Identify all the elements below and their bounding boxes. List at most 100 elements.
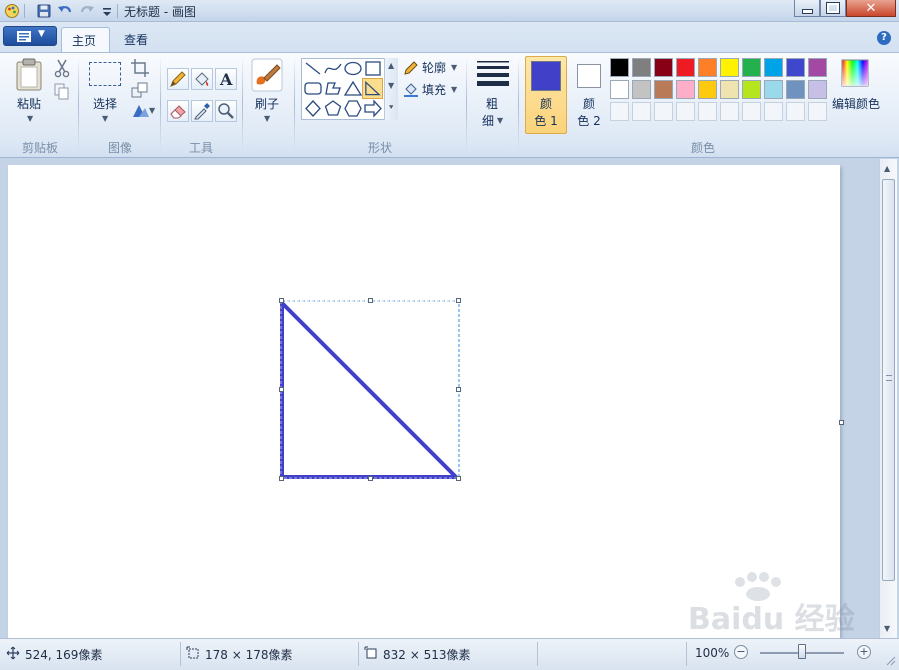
eraser-tool[interactable] (167, 100, 189, 122)
undo-icon[interactable] (57, 3, 73, 19)
zoom-out-button[interactable]: − (734, 645, 748, 659)
size-dropdown-icon[interactable]: ▼ (497, 116, 503, 125)
palette-custom-slot[interactable] (808, 102, 827, 121)
palette-custom-slot[interactable] (654, 102, 673, 121)
paste-icon[interactable] (14, 58, 44, 92)
fill-dropdown-icon[interactable]: ▼ (451, 85, 457, 94)
size-label-line1[interactable]: 粗 (478, 95, 506, 112)
paste-dropdown-icon[interactable]: ▼ (27, 114, 33, 123)
pentagon-shape-icon[interactable] (323, 99, 343, 118)
paint-app-icon[interactable] (4, 3, 20, 19)
tab-home[interactable]: 主页 (61, 27, 110, 52)
palette-custom-slot[interactable] (698, 102, 717, 121)
text-tool[interactable]: A (215, 68, 237, 90)
brush-icon[interactable] (251, 58, 283, 92)
minimize-button[interactable] (794, 0, 820, 17)
tab-view[interactable]: 查看 (114, 27, 162, 52)
pencil-tool[interactable] (167, 68, 189, 90)
palette-color-swatch[interactable] (610, 58, 629, 77)
brush-dropdown-icon[interactable]: ▼ (264, 114, 270, 123)
color2-swatch[interactable] (577, 64, 601, 88)
zoom-slider-thumb[interactable] (798, 644, 806, 659)
palette-color-swatch[interactable] (698, 80, 717, 99)
line-shape-icon[interactable] (303, 59, 323, 78)
rotate-dropdown-icon[interactable]: ▼ (149, 106, 155, 115)
selection-handle-se[interactable] (456, 476, 461, 481)
palette-color-swatch[interactable] (698, 58, 717, 77)
zoom-in-button[interactable]: + (857, 645, 871, 659)
gallery-scroll-down-icon[interactable]: ▼ (388, 81, 394, 90)
application-menu-button[interactable]: ▼ (3, 26, 57, 46)
help-icon[interactable]: ? (877, 31, 891, 45)
scroll-thumb[interactable] (882, 179, 895, 581)
selection-handle-nw[interactable] (279, 298, 284, 303)
edit-colors-label[interactable]: 编辑颜色 (830, 95, 882, 112)
palette-custom-slot[interactable] (610, 102, 629, 121)
redo-icon[interactable] (79, 3, 95, 19)
palette-custom-slot[interactable] (742, 102, 761, 121)
palette-custom-slot[interactable] (676, 102, 695, 121)
polygon-shape-icon[interactable] (323, 79, 343, 98)
palette-color-swatch[interactable] (808, 80, 827, 99)
fill-bucket-icon[interactable] (403, 81, 419, 97)
cut-icon[interactable] (52, 58, 72, 78)
palette-custom-slot[interactable] (764, 102, 783, 121)
close-button[interactable]: ✕ (846, 0, 896, 17)
color-picker-tool[interactable] (191, 100, 213, 122)
right-triangle-shape-selected[interactable] (362, 78, 383, 99)
palette-custom-slot[interactable] (786, 102, 805, 121)
customize-dropdown-icon[interactable] (99, 3, 115, 19)
palette-color-swatch[interactable] (808, 58, 827, 77)
maximize-button[interactable] (820, 0, 846, 17)
canvas-resize-handle[interactable] (839, 420, 844, 425)
palette-color-swatch[interactable] (720, 58, 739, 77)
scroll-down-icon[interactable]: ▼ (884, 624, 890, 633)
gallery-expand-icon[interactable]: ⯆ (388, 103, 394, 113)
scroll-up-icon[interactable]: ▲ (884, 164, 890, 173)
rectangle-shape-icon[interactable] (363, 59, 383, 78)
rotate-icon[interactable] (130, 101, 150, 121)
copy-icon[interactable] (52, 81, 72, 101)
selection-handle-e[interactable] (456, 387, 461, 392)
palette-color-swatch[interactable] (654, 58, 673, 77)
diamond-shape-icon[interactable] (303, 99, 323, 118)
palette-color-swatch[interactable] (720, 80, 739, 99)
color2-label-line1[interactable]: 颜 (569, 95, 609, 112)
selection-handle-s[interactable] (368, 476, 373, 481)
palette-color-swatch[interactable] (742, 58, 761, 77)
oval-shape-icon[interactable] (343, 59, 363, 78)
outline-pencil-icon[interactable] (403, 60, 419, 76)
select-button-label[interactable]: 选择 (86, 95, 124, 112)
palette-color-swatch[interactable] (786, 80, 805, 99)
crop-icon[interactable] (130, 58, 150, 78)
selection-handle-sw[interactable] (279, 476, 284, 481)
palette-color-swatch[interactable] (764, 80, 783, 99)
palette-custom-slot[interactable] (720, 102, 739, 121)
triangle-shape-icon[interactable] (343, 79, 363, 98)
fill-button-label[interactable]: 填充 (422, 81, 446, 98)
select-icon[interactable] (89, 62, 121, 86)
palette-color-swatch[interactable] (786, 58, 805, 77)
fill-tool[interactable] (191, 68, 213, 90)
paste-button-label[interactable]: 粘贴 (12, 95, 46, 112)
palette-color-swatch[interactable] (654, 80, 673, 99)
palette-color-swatch[interactable] (632, 80, 651, 99)
resize-grip-icon[interactable] (884, 654, 896, 666)
magnifier-tool[interactable] (215, 100, 237, 122)
palette-color-swatch[interactable] (610, 80, 629, 99)
palette-color-swatch[interactable] (632, 58, 651, 77)
resize-icon[interactable] (130, 80, 150, 100)
curve-shape-icon[interactable] (323, 59, 343, 78)
edit-colors-icon[interactable] (840, 58, 870, 88)
palette-color-swatch[interactable] (676, 80, 695, 99)
outline-dropdown-icon[interactable]: ▼ (451, 63, 457, 72)
palette-color-swatch[interactable] (742, 80, 761, 99)
palette-custom-slot[interactable] (632, 102, 651, 121)
select-dropdown-icon[interactable]: ▼ (102, 114, 108, 123)
rounded-rectangle-shape-icon[interactable] (303, 79, 323, 98)
selection-handle-w[interactable] (279, 387, 284, 392)
palette-color-swatch[interactable] (676, 58, 695, 77)
palette-color-swatch[interactable] (764, 58, 783, 77)
line-size-icon[interactable] (476, 60, 510, 88)
selection-handle-ne[interactable] (456, 298, 461, 303)
